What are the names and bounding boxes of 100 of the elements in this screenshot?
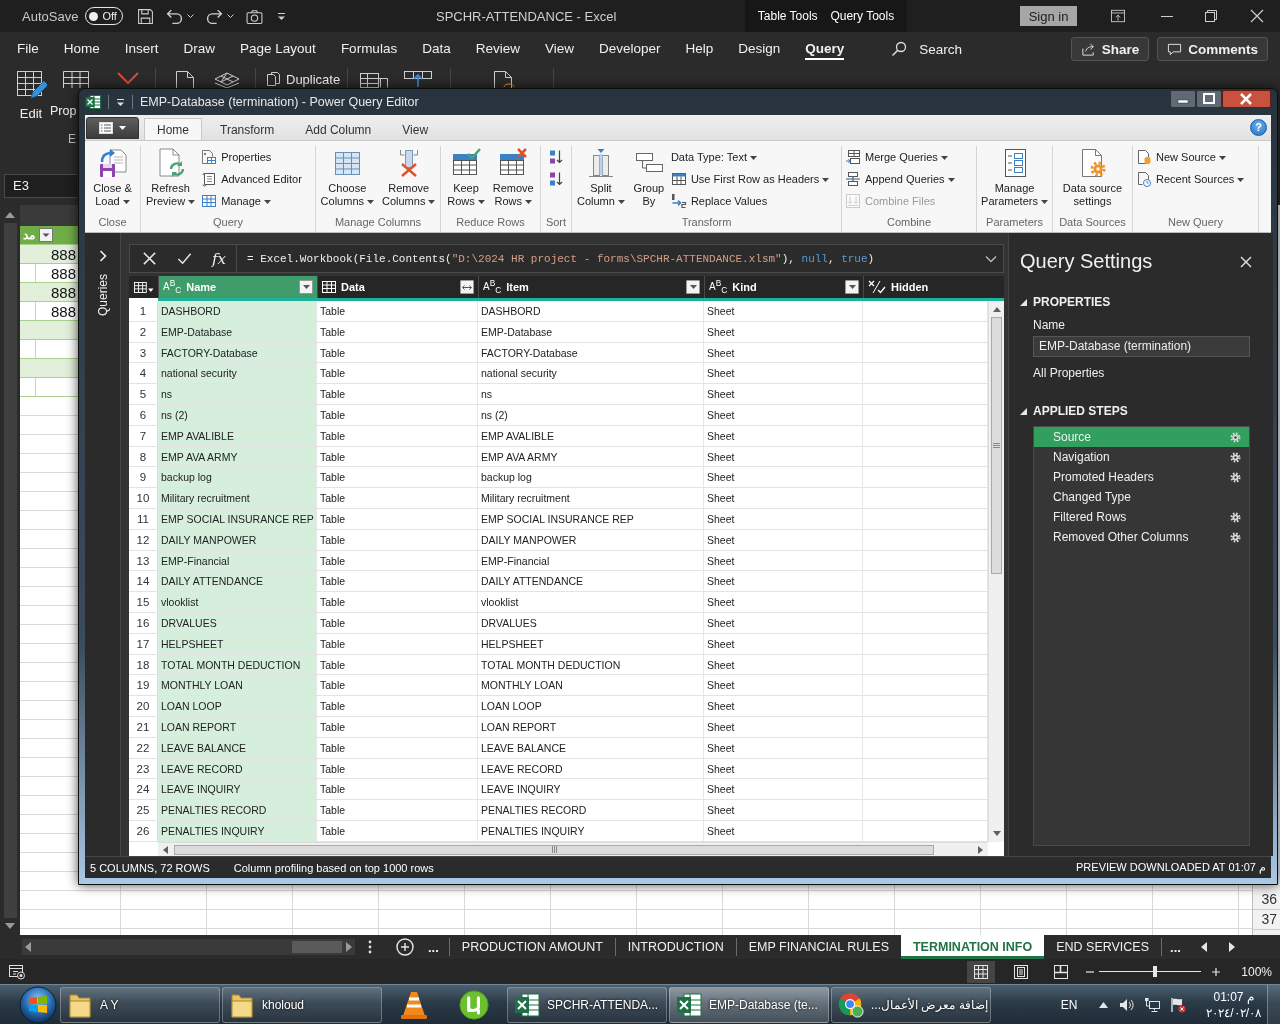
expanded-triangle-icon[interactable] (1020, 298, 1027, 306)
zoom-in-icon[interactable] (1211, 966, 1222, 977)
start-button[interactable] (18, 984, 58, 1024)
more-sheets-button[interactable]: ... (428, 939, 439, 955)
ribbon-tab[interactable]: Transform (207, 118, 288, 140)
ribbon-tab[interactable]: Add Column (292, 118, 385, 140)
ribbon-button[interactable]: Remove Rows (490, 146, 536, 208)
camera-icon[interactable] (246, 7, 264, 25)
ribbon-button[interactable]: Split Column (575, 146, 627, 208)
menu-tab[interactable]: Data (422, 38, 451, 60)
share-button[interactable]: Share (1070, 37, 1150, 61)
scroll-left-icon[interactable] (163, 845, 168, 854)
undo-icon[interactable] (166, 7, 184, 25)
expand-formula-icon[interactable] (985, 254, 997, 263)
ribbon-button[interactable]: Replace Values (670, 190, 830, 212)
step-item[interactable]: Changed Type (1034, 487, 1249, 507)
sheet-tab[interactable]: PRODUCTION AMOUNT (449, 935, 615, 959)
scroll-up-icon[interactable] (5, 212, 15, 218)
ribbon-button[interactable]: Remove Columns (380, 146, 438, 208)
next-sheet-icon[interactable] (1228, 942, 1235, 952)
customize-icon[interactable] (116, 97, 125, 107)
ribbon-button[interactable]: Properties (201, 146, 302, 168)
menu-tab[interactable]: Formulas (340, 38, 398, 60)
ribbon-button[interactable]: Prop (50, 104, 77, 118)
gear-icon[interactable] (1230, 431, 1241, 443)
scroll-thumb[interactable] (174, 844, 934, 855)
sheet-tab[interactable]: EMP FINANCIAL RULES (736, 935, 901, 959)
ribbon-button[interactable]: Duplicate (266, 70, 341, 88)
ribbon-button[interactable]: Advanced Editor (201, 168, 302, 190)
taskbar-button[interactable]: EMP-Database (te... (669, 986, 829, 1023)
zoom-level[interactable]: 100% (1241, 964, 1272, 979)
gear-icon[interactable] (1230, 471, 1241, 483)
ribbon-tab[interactable]: View (389, 118, 442, 140)
filter-button[interactable] (845, 280, 859, 294)
ribbon-button[interactable]: New Source (1136, 146, 1245, 168)
ribbon-button[interactable]: Keep Rows (445, 146, 487, 208)
table-menu-icon[interactable] (133, 280, 154, 294)
sheet-tab[interactable]: TERMINATION INFO (901, 935, 1045, 959)
queries-pane-label[interactable]: Queries (95, 274, 110, 317)
network-monitor-icon[interactable] (1144, 996, 1161, 1013)
sheet-tab[interactable]: INTRODUCTION (615, 935, 736, 959)
zoom-slider-thumb[interactable] (1153, 966, 1158, 977)
ribbon-button[interactable]: Close & Load (91, 146, 134, 208)
menu-tab[interactable]: Design (738, 38, 781, 60)
search-box[interactable]: Search (891, 41, 963, 57)
clock-date[interactable]: ٢٠٢٤/٠٢/٠٨ (1206, 1004, 1261, 1021)
check-icon[interactable] (177, 251, 192, 266)
sheet-tab[interactable]: END SERVICES (1044, 935, 1162, 959)
menu-tab[interactable]: Query (805, 38, 845, 60)
horizontal-scrollbar[interactable] (22, 939, 355, 955)
all-properties-link[interactable]: All Properties (1033, 366, 1105, 380)
customize-icon[interactable] (277, 11, 287, 21)
ribbon-button[interactable]: Append Queries (845, 168, 955, 190)
more-sheets-button[interactable]: ... (1170, 939, 1181, 955)
previous-sheet-icon[interactable] (1200, 942, 1207, 952)
ribbon-display-icon[interactable] (1111, 9, 1125, 23)
maximize-button[interactable] (1196, 90, 1222, 108)
save-icon[interactable] (137, 7, 155, 25)
insert-function-button[interactable]: fx (212, 249, 226, 268)
scroll-down-icon[interactable] (992, 831, 1001, 836)
ribbon-button[interactable]: Data source settings (1060, 146, 1125, 208)
section-title[interactable]: PROPERTIES (1033, 295, 1111, 309)
step-item[interactable]: Promoted Headers (1034, 467, 1249, 487)
close-icon[interactable] (1250, 9, 1264, 23)
ribbon-button[interactable]: Merge Queries (845, 146, 955, 168)
more-options-icon[interactable] (368, 940, 372, 954)
formula-field[interactable]: = Excel.Workbook(File.Contents("D:\2024 HR project - forms\SPCHR-ATTENDANCE.xlsm"), null, true) (236, 245, 1003, 272)
close-icon[interactable] (1240, 255, 1252, 268)
spreadsheet-icon[interactable] (85, 94, 101, 110)
menu-tab[interactable]: Review (475, 38, 520, 60)
step-item[interactable]: Removed Other Columns (1034, 527, 1249, 547)
menu-tab[interactable]: Help (685, 38, 714, 60)
cancel-icon[interactable] (142, 251, 157, 266)
taskbar-button[interactable]: kholoud (222, 986, 382, 1023)
gear-icon[interactable] (1230, 531, 1241, 543)
restore-icon[interactable] (1204, 9, 1218, 23)
scroll-thumb[interactable] (991, 317, 1002, 574)
name-box[interactable]: E3 (4, 173, 77, 198)
filter-dropdown-icon[interactable] (39, 228, 53, 242)
ribbon-button[interactable]: Use First Row as Headers (670, 168, 830, 190)
add-sheet-icon[interactable] (396, 938, 414, 956)
section-title[interactable]: APPLIED STEPS (1033, 404, 1128, 418)
sign-in-button[interactable]: Sign in (1020, 6, 1077, 26)
close-button[interactable] (1222, 90, 1271, 108)
ribbon-button[interactable]: Refresh Preview (144, 146, 198, 208)
clock-time[interactable]: 01:07 م (1213, 988, 1254, 1005)
step-item[interactable]: Filtered Rows (1034, 507, 1249, 527)
menu-tab[interactable]: Draw (183, 38, 216, 60)
taskbar-button[interactable]: إضافة معرض الأعمال... (831, 986, 991, 1023)
caret-icon[interactable] (187, 14, 195, 18)
round-logo-icon[interactable] (456, 988, 492, 1021)
menu-tab[interactable]: Page Layout (240, 38, 316, 60)
ribbon-button[interactable]: Data Type: Text (670, 146, 830, 168)
menu-tab[interactable]: File (17, 38, 39, 60)
menu-tab[interactable]: Insert (124, 38, 159, 60)
taskbar-button[interactable]: A Y (60, 986, 220, 1023)
redo-icon[interactable] (206, 7, 224, 25)
ribbon-button[interactable]: Manage (201, 190, 302, 212)
filter-button[interactable] (686, 280, 700, 294)
scroll-thumb[interactable] (292, 941, 342, 953)
